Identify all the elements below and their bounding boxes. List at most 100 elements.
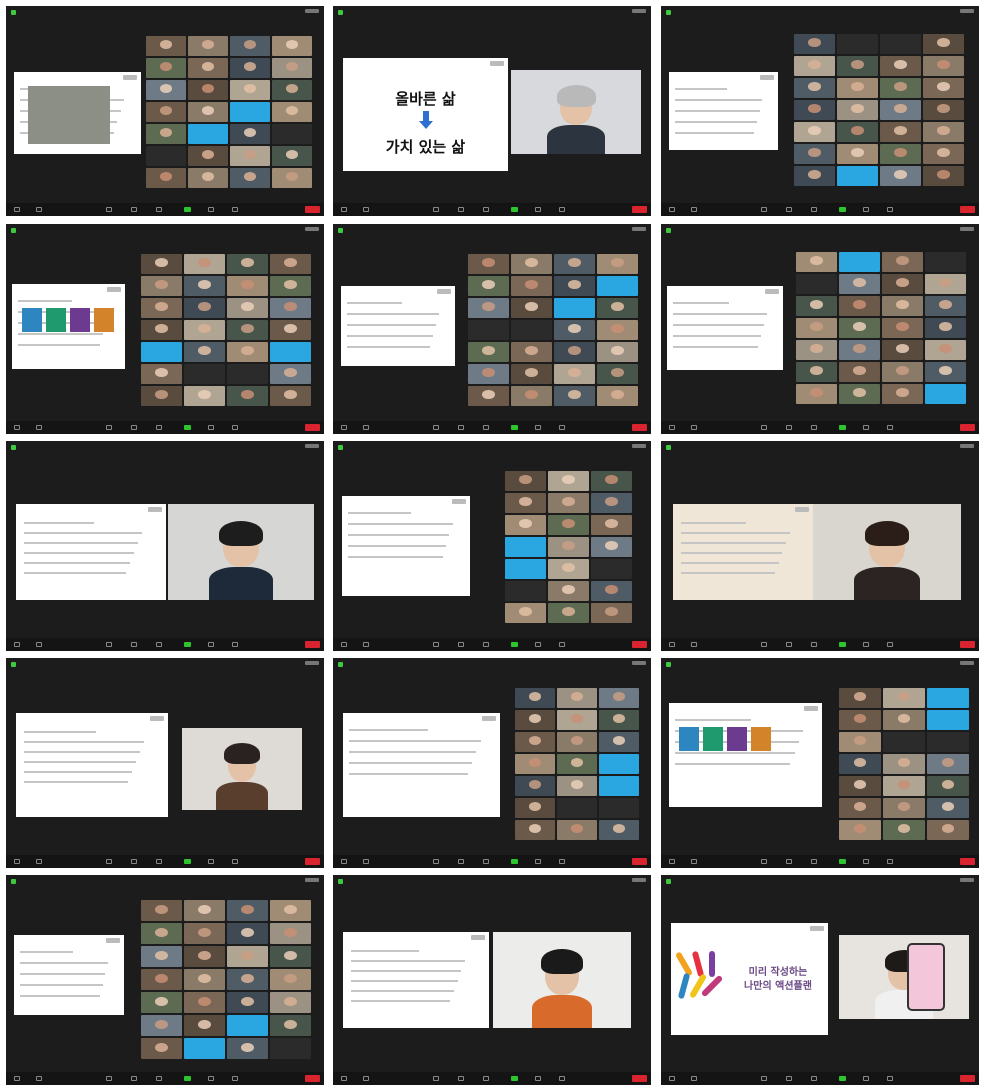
mute-icon[interactable] [341,1076,347,1081]
video-icon[interactable] [363,859,369,864]
chat-icon[interactable] [156,425,162,430]
participant-tile[interactable] [141,276,182,296]
participant-tile[interactable] [548,537,589,557]
record-icon[interactable] [208,425,214,430]
video-icon[interactable] [691,642,697,647]
participant-tile[interactable] [141,298,182,318]
participant-tile[interactable] [839,688,881,708]
mute-icon[interactable] [341,859,347,864]
security-icon[interactable] [106,207,112,212]
participant-tile[interactable] [270,946,311,967]
participant-tile[interactable] [591,537,632,557]
end-meeting-button[interactable] [960,1075,975,1082]
participant-tile[interactable] [270,923,311,944]
participant-tile[interactable] [554,386,595,406]
participant-tile[interactable] [227,1015,268,1036]
participant-tile[interactable] [548,515,589,535]
participant-tile[interactable] [796,296,837,316]
participant-tile[interactable] [511,254,552,274]
view-toggle-button[interactable] [960,444,974,448]
video-icon[interactable] [363,642,369,647]
share-screen-icon[interactable] [184,207,191,212]
participant-tile[interactable] [880,144,921,164]
participant-tile[interactable] [188,146,228,166]
participant-tile[interactable] [883,820,925,840]
participant-tile[interactable] [597,364,638,384]
participant-tile[interactable] [515,798,555,818]
share-screen-icon[interactable] [839,642,846,647]
video-icon[interactable] [36,425,42,430]
participant-tile[interactable] [146,124,186,144]
view-toggle-button[interactable] [305,227,319,231]
participant-tile[interactable] [923,34,964,54]
security-shield-icon[interactable] [11,228,16,233]
view-toggle-button[interactable] [960,661,974,665]
participant-tile[interactable] [554,320,595,340]
participant-tile[interactable] [839,754,881,774]
mute-icon[interactable] [669,207,675,212]
end-meeting-button[interactable] [632,641,647,648]
participant-tile[interactable] [188,80,228,100]
video-icon[interactable] [363,425,369,430]
participant-tile[interactable] [925,274,966,294]
record-icon[interactable] [863,1076,869,1081]
mute-icon[interactable] [341,642,347,647]
participant-tile[interactable] [184,276,225,296]
participant-tile[interactable] [883,710,925,730]
participant-tile[interactable] [554,364,595,384]
chat-icon[interactable] [483,207,489,212]
share-screen-icon[interactable] [511,859,518,864]
security-shield-icon[interactable] [338,445,343,450]
end-meeting-button[interactable] [632,1075,647,1082]
participants-icon[interactable] [786,425,792,430]
participant-tile[interactable] [880,100,921,120]
chat-icon[interactable] [483,425,489,430]
participant-tile[interactable] [882,340,923,360]
participant-tile[interactable] [925,384,966,404]
participant-tile[interactable] [591,559,632,579]
end-meeting-button[interactable] [632,206,647,213]
participant-tile[interactable] [591,493,632,513]
participant-tile[interactable] [184,342,225,362]
participant-tile[interactable] [599,710,639,730]
chat-icon[interactable] [811,425,817,430]
participant-tile[interactable] [141,364,182,384]
participant-tile[interactable] [270,320,311,340]
security-icon[interactable] [106,642,112,647]
participant-tile[interactable] [597,386,638,406]
participant-tile[interactable] [227,386,268,406]
participant-tile[interactable] [796,274,837,294]
security-shield-icon[interactable] [666,662,671,667]
participant-tile[interactable] [146,102,186,122]
chat-icon[interactable] [483,1076,489,1081]
chat-icon[interactable] [483,642,489,647]
chat-icon[interactable] [156,642,162,647]
participant-tile[interactable] [505,515,546,535]
share-screen-icon[interactable] [839,1076,846,1081]
participant-tile[interactable] [794,166,835,186]
view-toggle-button[interactable] [960,9,974,13]
security-icon[interactable] [433,859,439,864]
participant-tile[interactable] [511,364,552,384]
participant-tile[interactable] [839,296,880,316]
record-icon[interactable] [208,642,214,647]
security-icon[interactable] [761,1076,767,1081]
participant-tile[interactable] [591,603,632,623]
participant-tile[interactable] [882,318,923,338]
participant-tile[interactable] [270,276,311,296]
participants-icon[interactable] [131,859,137,864]
participant-tile[interactable] [882,252,923,272]
participant-tile[interactable] [597,254,638,274]
share-screen-icon[interactable] [511,1076,518,1081]
reactions-icon[interactable] [887,425,893,430]
participant-tile[interactable] [141,342,182,362]
participant-tile[interactable] [146,58,186,78]
end-meeting-button[interactable] [960,206,975,213]
participant-tile[interactable] [227,946,268,967]
video-icon[interactable] [691,859,697,864]
participant-tile[interactable] [270,298,311,318]
video-icon[interactable] [363,1076,369,1081]
participant-tile[interactable] [505,471,546,491]
record-icon[interactable] [208,207,214,212]
participant-tile[interactable] [515,754,555,774]
